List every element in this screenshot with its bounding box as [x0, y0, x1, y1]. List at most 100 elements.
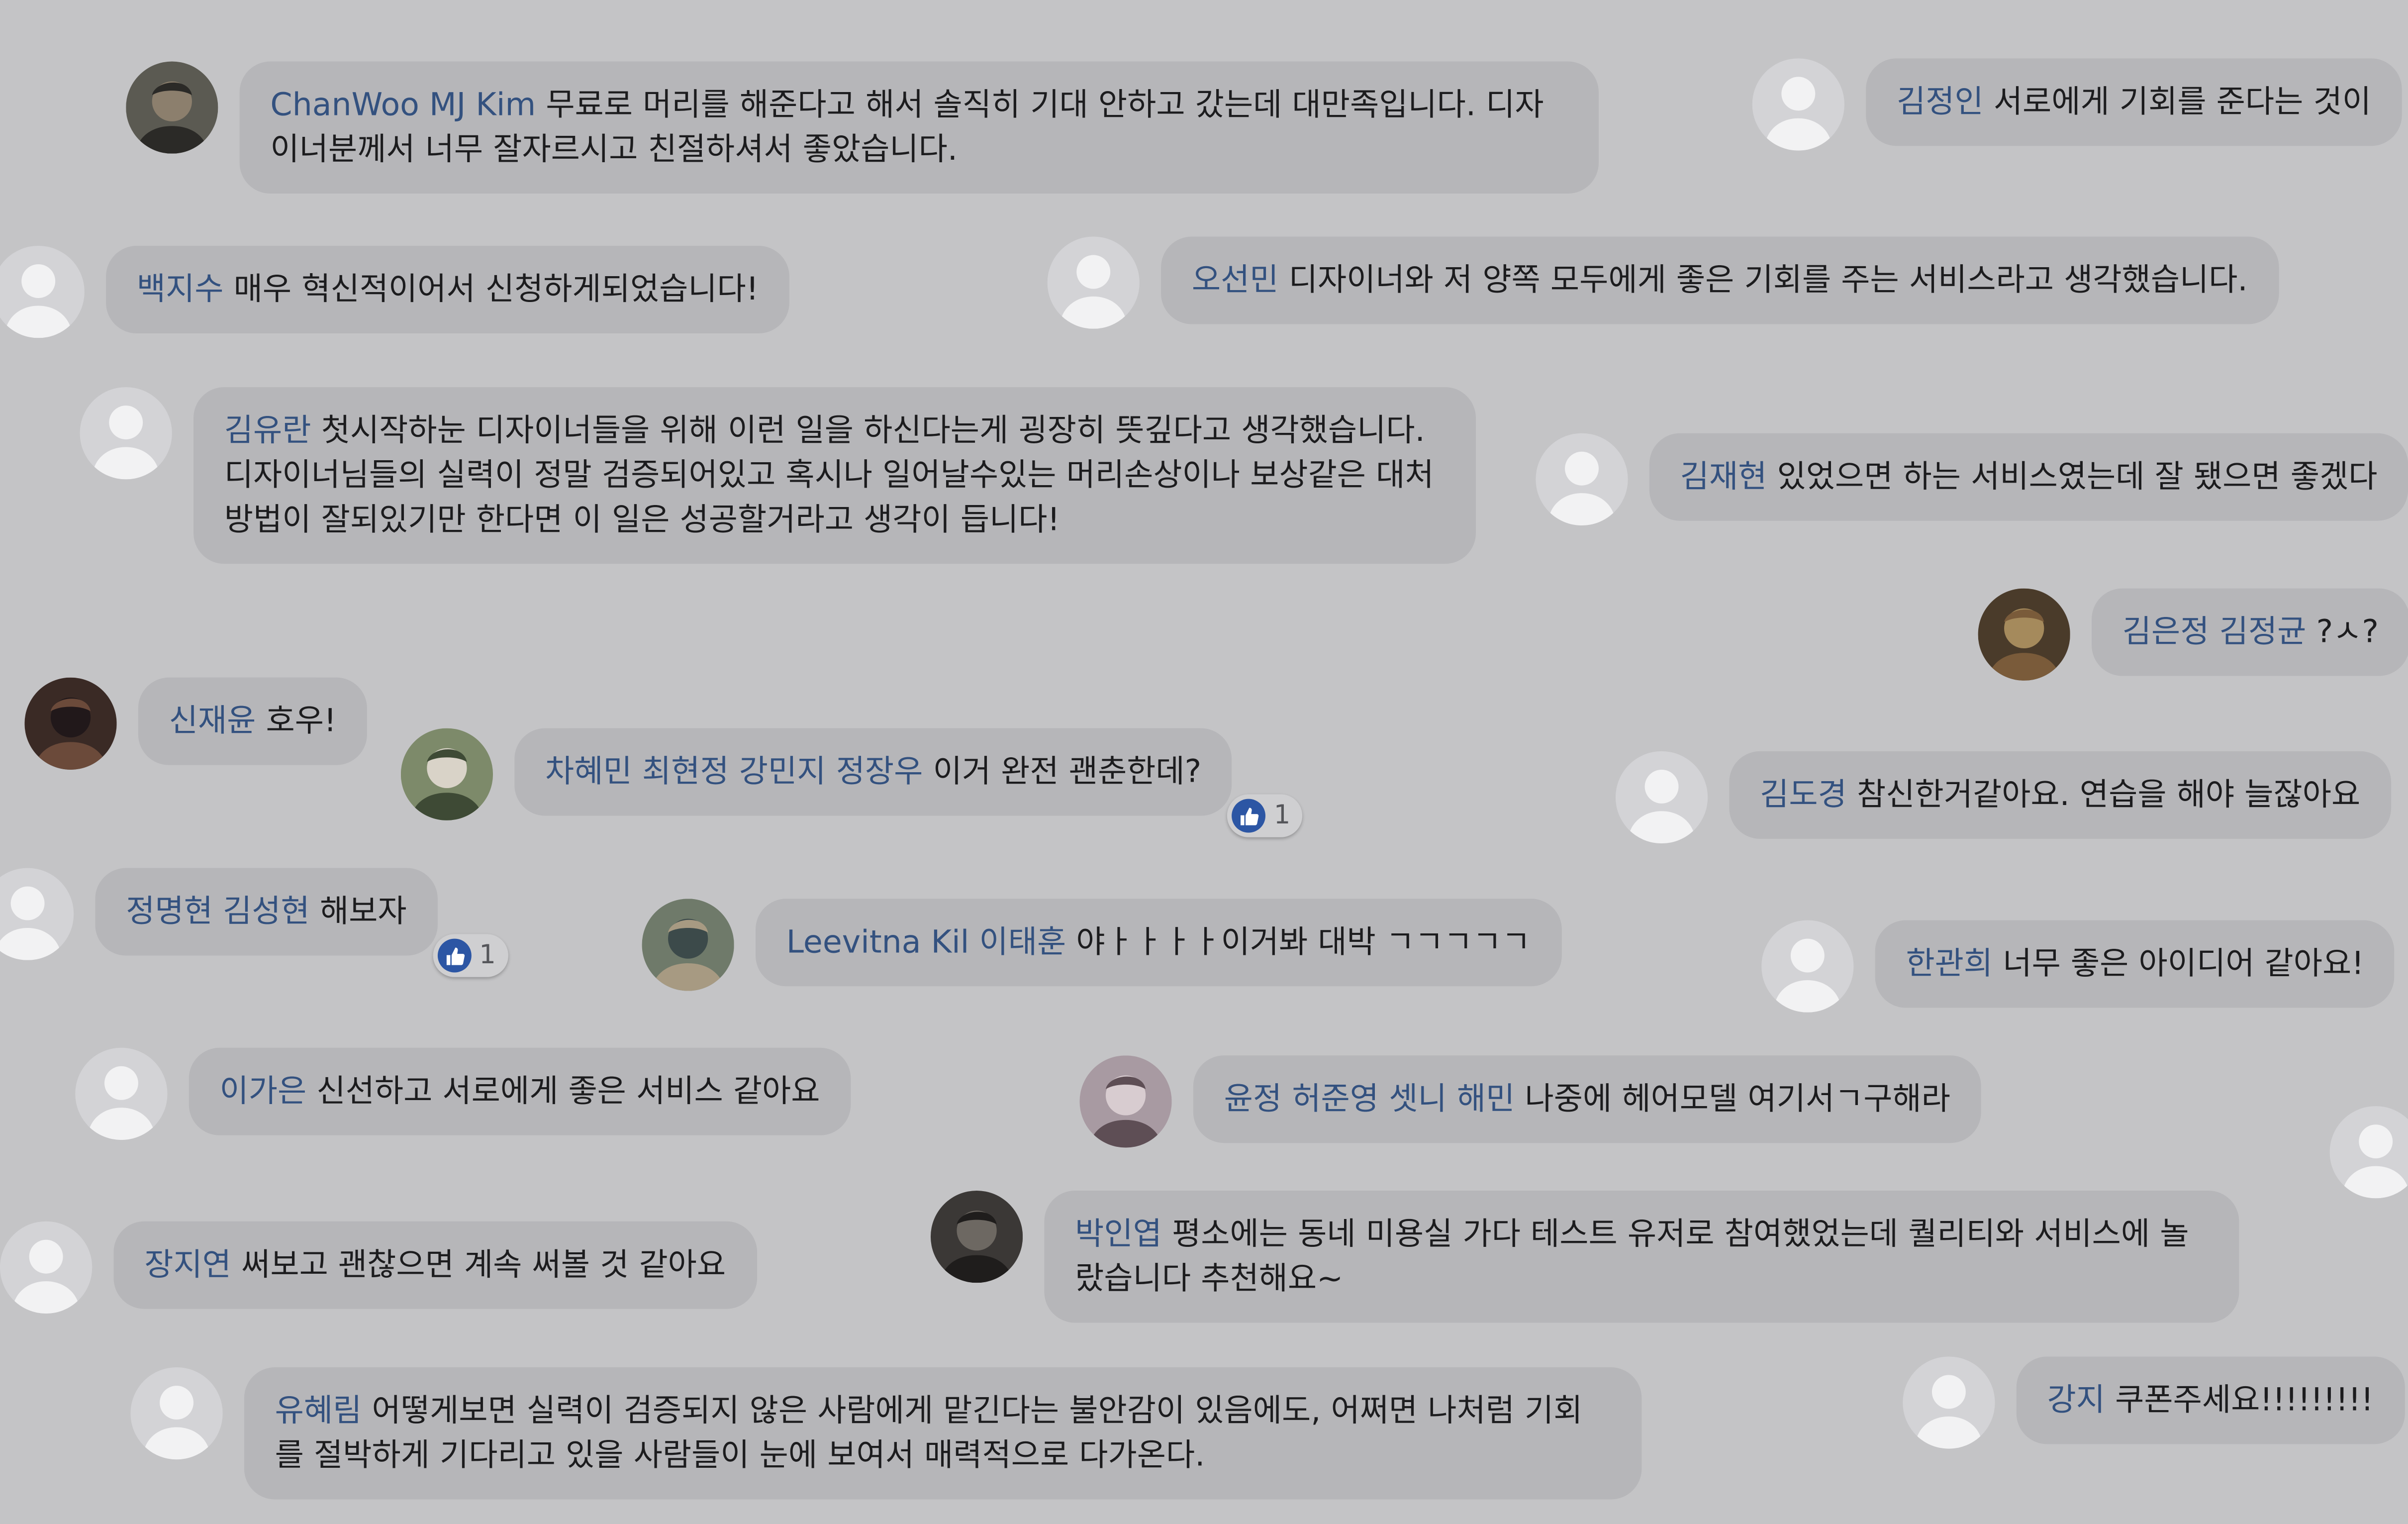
commenter-name[interactable]: 김은정 — [2122, 613, 2210, 650]
comment-text: 평소에는 동네 미용실 가다 테스트 유저로 참여했었는데 퀄리티와 서비스에 … — [1075, 1215, 2189, 1297]
comment-bubble: 김은정 김정균 ?ㅅ? — [2092, 588, 2408, 676]
user-photo-avatar[interactable] — [1079, 1055, 1172, 1148]
tagged-name[interactable]: 셋니 — [1379, 1080, 1447, 1117]
tagged-name[interactable]: 정장우 — [826, 753, 923, 790]
comment-text: 어떻게보면 실력이 검증되지 않은 사람에게 맡긴다는 불안감이 있음에도, 어… — [275, 1392, 1583, 1474]
commenter-name[interactable]: 정명현 — [126, 893, 213, 929]
user-photo-avatar[interactable] — [1978, 588, 2070, 681]
comment-bubble: 김재현 있었으면 하는 서비스였는데 잘 됐으면 좋겠다 — [1649, 433, 2408, 521]
commenter-name[interactable]: 윤정 — [1224, 1080, 1282, 1117]
comment-bubble: 유혜림 어떻게보면 실력이 검증되지 않은 사람에게 맡긴다는 불안감이 있음에도… — [244, 1367, 1642, 1500]
user-photo-avatar[interactable] — [930, 1190, 1023, 1283]
comment-bubble: 차혜민 최현정 강민지 정장우 이거 완전 괜춘한데? 1 — [514, 728, 1303, 837]
commenter-name[interactable]: ChanWoo MJ Kim — [270, 86, 536, 123]
comment-text: 있었으면 하는 서비스였는데 잘 됐으면 좋겠다 — [1777, 458, 2378, 495]
tagged-name[interactable]: 김정균 — [2210, 613, 2307, 650]
comment — [2329, 1106, 2408, 1199]
commenter-name[interactable]: 백지수 — [137, 270, 224, 307]
comment-text: ?ㅅ? — [2316, 612, 2379, 650]
comment: 김유란 첫시작하눈 디자이너들을 위해 이런 일을 하신다는게 굉장히 뜻깊다고 … — [80, 387, 1476, 564]
commenter-name[interactable]: 박인엽 — [1075, 1215, 1162, 1252]
comment: 김재현 있었으면 하는 서비스였는데 잘 됐으면 좋겠다 — [1536, 433, 2408, 525]
commenter-name[interactable]: 유혜림 — [275, 1392, 362, 1428]
commenter-name[interactable]: Leevitna Kil — [786, 923, 969, 960]
commenter-name[interactable]: 장지연 — [144, 1246, 231, 1283]
comment: Leevitna Kil 이태훈 야ㅏㅏㅏㅏ이거봐 대박 ㄱㄱㄱㄱㄱ — [642, 899, 1561, 991]
tagged-name[interactable]: 김성현 — [213, 893, 310, 929]
comment-bubble: 정명현 김성현 해보자 1 — [95, 868, 508, 977]
comment-text: 써보고 괜찮으면 계속 써볼 것 같아요 — [241, 1246, 726, 1283]
default-avatar-icon[interactable] — [1903, 1356, 1995, 1449]
default-avatar-icon[interactable] — [0, 1221, 93, 1314]
comment: 이가은 신선하고 서로에게 좋은 서비스 같아요 — [75, 1047, 851, 1140]
comment: 김은정 김정균 ?ㅅ? — [1978, 588, 2408, 681]
tagged-name[interactable]: 허준영 — [1282, 1080, 1379, 1117]
commenter-name[interactable]: 김정인 — [1897, 83, 1984, 120]
comment-bubble: 김유란 첫시작하눈 디자이너들을 위해 이런 일을 하신다는게 굉장히 뜻깊다고 … — [193, 387, 1476, 564]
comment: 유혜림 어떻게보면 실력이 검증되지 않은 사람에게 맡긴다는 불안감이 있음에도… — [130, 1367, 1642, 1500]
commenter-name[interactable]: 이가은 — [219, 1072, 306, 1109]
comment-text: 쿠폰주세요!!!!!!!!! — [2115, 1381, 2374, 1418]
comment-bubble: 오선민 디자이너와 저 양쪽 모두에게 좋은 기회를 주는 서비스라고 생각했습니… — [1161, 236, 2279, 324]
commenter-name[interactable]: 오선민 — [1192, 261, 1279, 298]
default-avatar-icon[interactable] — [1752, 58, 1844, 151]
default-avatar-icon[interactable] — [130, 1367, 223, 1460]
commenter-name[interactable]: 김도경 — [1760, 776, 1847, 813]
commenter-name[interactable]: 차혜민 — [545, 753, 632, 790]
comment-bubble: 김도경 참신한거같아요. 연습을 해야 늘잖아요 — [1729, 751, 2391, 839]
comment: 오선민 디자이너와 저 양쪽 모두에게 좋은 기회를 주는 서비스라고 생각했습니… — [1047, 236, 2279, 329]
user-photo-avatar[interactable] — [24, 677, 117, 770]
comment-bubble: ChanWoo MJ Kim 무료로 머리를 해준다고 해서 솔직히 기대 안하고… — [239, 61, 1599, 194]
like-badge[interactable]: 1 — [1228, 794, 1303, 837]
like-count: 1 — [479, 939, 496, 970]
comment-text: 첫시작하눈 디자이너들을 위해 이런 일을 하신다는게 굉장히 뜻깊다고 생각했… — [224, 411, 1434, 538]
comment-bubble: 김정인 서로에게 기회를 준다는 것이 — [1866, 58, 2402, 146]
commenter-name[interactable]: 한관희 — [1906, 945, 1993, 982]
comment-bubble: 백지수 매우 혁신적이어서 신청하게되었습니다! — [106, 246, 789, 334]
tagged-name[interactable]: 강민지 — [729, 753, 826, 790]
like-badge[interactable]: 1 — [433, 934, 508, 977]
default-avatar-icon[interactable] — [1615, 751, 1708, 844]
comment-bubble: 한관희 너무 좋은 아이디어 같아요! — [1875, 920, 2395, 1008]
tagged-name[interactable]: 이태훈 — [969, 923, 1066, 960]
default-avatar-icon[interactable] — [2329, 1106, 2408, 1199]
default-avatar-icon[interactable] — [1536, 433, 1628, 525]
comment-text: 너무 좋은 아이디어 같아요! — [2003, 944, 2364, 982]
comment-bubble: 강지 쿠폰주세요!!!!!!!!! — [2016, 1356, 2405, 1444]
commenter-name[interactable]: 신재윤 — [169, 702, 256, 739]
default-avatar-icon[interactable] — [0, 868, 74, 960]
comment: ChanWoo MJ Kim 무료로 머리를 해준다고 해서 솔직히 기대 안하고… — [126, 61, 1599, 194]
commenter-name[interactable]: 강지 — [2047, 1381, 2106, 1418]
comment: 강지 쿠폰주세요!!!!!!!!! — [1903, 1356, 2405, 1449]
comment: 장지연 써보고 괜찮으면 계속 써볼 것 같아요 — [0, 1221, 757, 1314]
comment-text: 해보자 — [319, 892, 407, 930]
comment-bubble: 장지연 써보고 괜찮으면 계속 써볼 것 같아요 — [113, 1221, 757, 1309]
default-avatar-icon[interactable] — [1047, 236, 1140, 329]
comment-text: 이거 완전 괜춘한데? — [933, 752, 1202, 790]
comment-bubble: 윤정 허준영 셋니 해민 나중에 헤어모델 여기서ㄱ구해라 — [1193, 1055, 1981, 1143]
comment-text: 호우! — [266, 702, 337, 739]
user-photo-avatar[interactable] — [126, 61, 218, 154]
user-photo-avatar[interactable] — [400, 728, 493, 820]
comment-text: 매우 혁신적이어서 신청하게되었습니다! — [233, 270, 759, 307]
comment: 차혜민 최현정 강민지 정장우 이거 완전 괜춘한데? 1 — [400, 728, 1303, 837]
comment: 윤정 허준영 셋니 해민 나중에 헤어모델 여기서ㄱ구해라 — [1079, 1055, 1981, 1148]
default-avatar-icon[interactable] — [80, 387, 172, 480]
commenter-name[interactable]: 김유란 — [224, 412, 311, 449]
comment-text: 야ㅏㅏㅏㅏ이거봐 대박 ㄱㄱㄱㄱㄱ — [1076, 923, 1531, 960]
comment-bubble: Leevitna Kil 이태훈 야ㅏㅏㅏㅏ이거봐 대박 ㄱㄱㄱㄱㄱ — [756, 899, 1561, 987]
default-avatar-icon[interactable] — [1761, 920, 1854, 1013]
thumbs-up-icon — [437, 938, 472, 973]
comment-text: 서로에게 기회를 준다는 것이 — [1993, 83, 2371, 120]
default-avatar-icon[interactable] — [75, 1047, 168, 1140]
tagged-name[interactable]: 최현정 — [632, 753, 729, 790]
comment-bubble: 이가은 신선하고 서로에게 좋은 서비스 같아요 — [189, 1047, 851, 1135]
default-avatar-icon[interactable] — [0, 246, 85, 338]
user-photo-avatar[interactable] — [642, 899, 734, 991]
commenter-name[interactable]: 김재현 — [1680, 458, 1767, 495]
comment: 박인엽 평소에는 동네 미용실 가다 테스트 유저로 참여했었는데 퀄리티와 서비… — [930, 1190, 2239, 1323]
comment-text: 신선하고 서로에게 좋은 서비스 같아요 — [316, 1072, 820, 1110]
comment-text: 나중에 헤어모델 여기서ㄱ구해라 — [1525, 1080, 1950, 1117]
comment-collage: ChanWoo MJ Kim 무료로 머리를 해준다고 해서 솔직히 기대 안하고… — [0, 0, 2408, 1524]
tagged-name[interactable]: 해민 — [1447, 1080, 1515, 1117]
